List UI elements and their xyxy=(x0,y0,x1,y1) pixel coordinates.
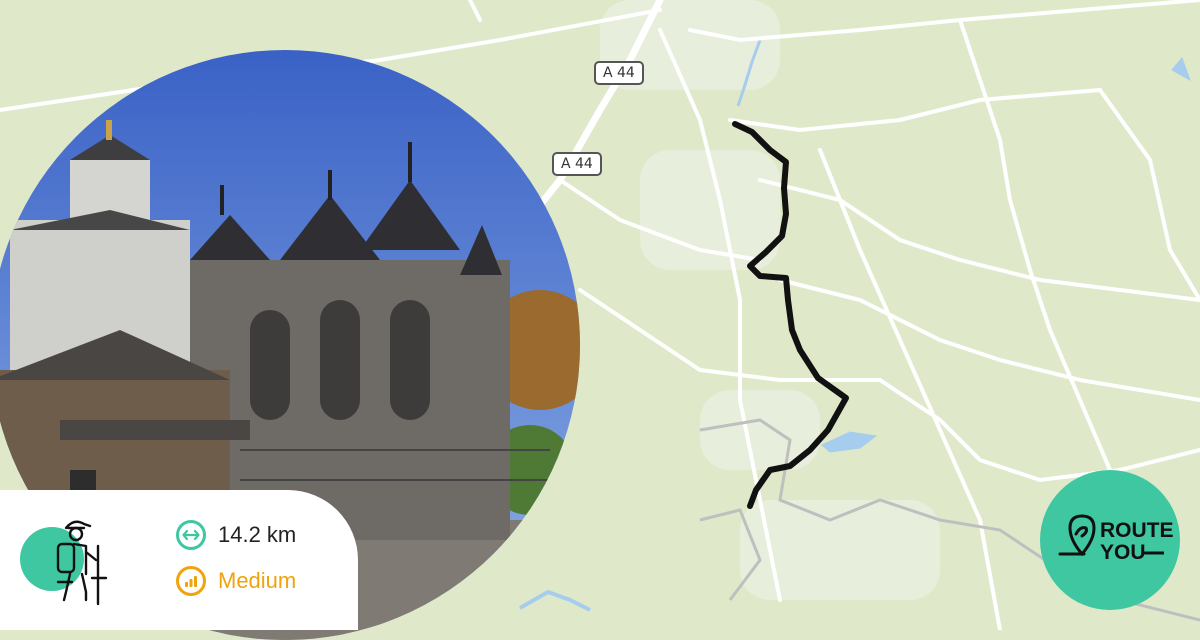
difficulty-stat: Medium xyxy=(176,566,296,596)
road-label-a44-north: A 44 xyxy=(594,61,644,85)
difficulty-value: Medium xyxy=(218,568,297,593)
distance-value: 14.2 km xyxy=(218,522,297,547)
hiker-icon xyxy=(56,520,108,606)
difficulty-bars-icon xyxy=(176,566,206,596)
distance-stat: 14.2 km xyxy=(176,520,296,550)
brand-line1: ROUTE xyxy=(1100,519,1174,542)
routeyou-logo[interactable]: ROUTE YOU xyxy=(1040,470,1180,610)
route-info-card: 14.2 km Medium xyxy=(0,490,358,630)
distance-arrows-icon xyxy=(176,520,206,550)
location-pin-icon xyxy=(1058,514,1096,557)
road-label-a44-south: A 44 xyxy=(552,152,602,176)
brand-line2: YOU xyxy=(1100,541,1146,564)
